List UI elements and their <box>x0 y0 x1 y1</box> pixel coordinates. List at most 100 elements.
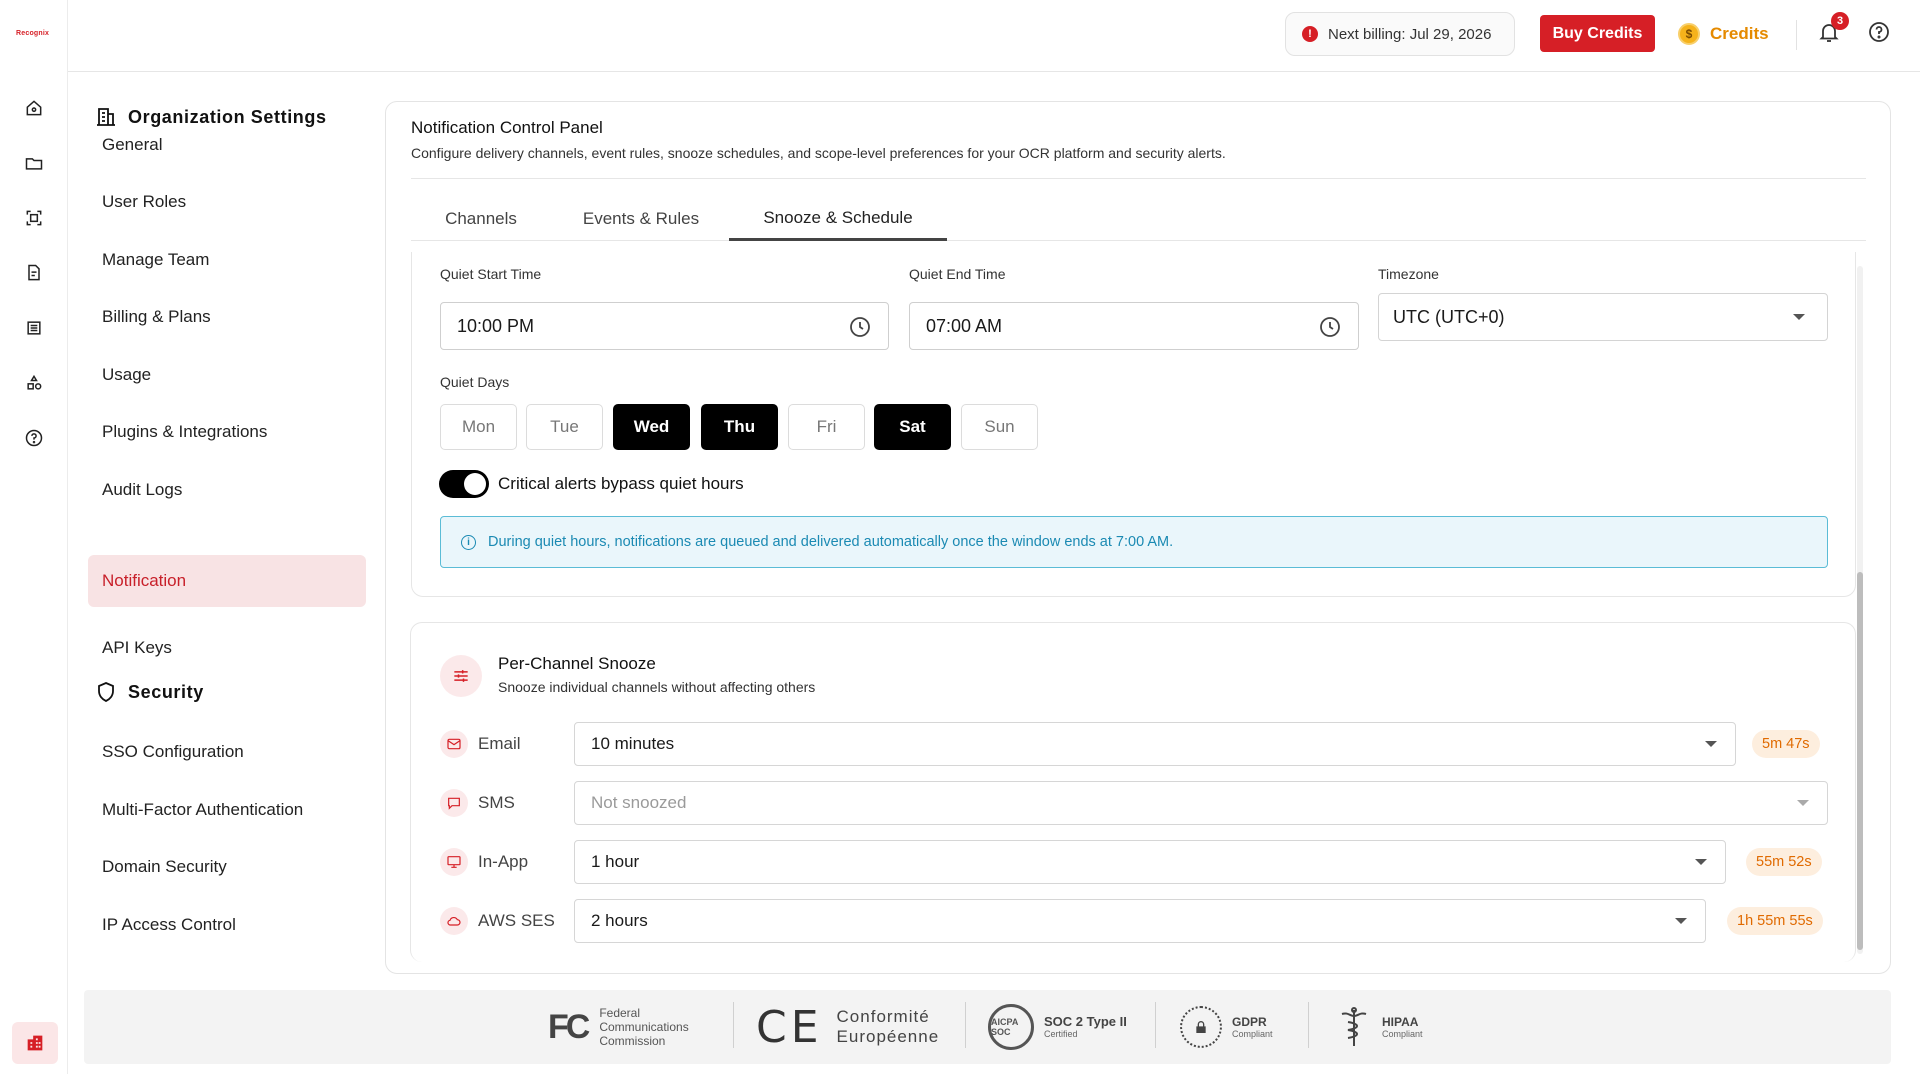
nav-item-notification[interactable]: Notification <box>88 555 366 607</box>
critical-bypass-label: Critical alerts bypass quiet hours <box>498 474 744 493</box>
quiet-start-label: Quiet Start Time <box>440 266 542 282</box>
hipaa-badge: HIPAA Compliant <box>1336 1002 1423 1052</box>
day-toggle-sat[interactable]: Sat <box>874 404 951 450</box>
gdpr-badge: GDPR Compliant <box>1180 1002 1273 1052</box>
caduceus-icon <box>1336 1006 1372 1048</box>
building-icon[interactable] <box>12 1022 58 1064</box>
shapes-icon[interactable] <box>22 371 46 395</box>
nav-item-mfa[interactable]: Multi-Factor Authentication <box>88 784 366 836</box>
day-toggle-mon[interactable]: Mon <box>440 404 517 450</box>
security-heading: Security <box>94 677 204 707</box>
list-icon[interactable] <box>22 316 46 340</box>
ce-line-2: Européenne <box>836 1027 940 1046</box>
critical-bypass-toggle[interactable] <box>439 470 489 498</box>
chat-icon <box>440 789 468 817</box>
aws-ses-snooze-select[interactable]: 2 hours <box>574 899 1706 943</box>
chevron-down-icon <box>1705 741 1717 747</box>
email-remaining-badge: 5m 47s <box>1752 730 1820 758</box>
help-button[interactable] <box>1867 20 1893 46</box>
credits-link[interactable]: $ Credits <box>1678 20 1769 48</box>
hipaa-title: HIPAA <box>1382 1015 1419 1029</box>
fcc-text: Federal Communications Commission <box>599 1006 688 1048</box>
email-snooze-select[interactable]: 10 minutes <box>574 722 1736 766</box>
aws-ses-snooze-value: 2 hours <box>591 911 648 930</box>
nav-item-api-keys[interactable]: API Keys <box>88 622 366 674</box>
nav-item-domain-security[interactable]: Domain Security <box>88 841 366 893</box>
nav-item-general[interactable]: General <box>88 119 366 171</box>
day-toggle-sun[interactable]: Sun <box>961 404 1038 450</box>
soc2-title: SOC 2 Type II <box>1044 1014 1127 1029</box>
fcc-line-2: Communications <box>599 1020 689 1034</box>
timezone-select[interactable]: UTC (UTC+0) <box>1378 293 1828 341</box>
clock-icon[interactable] <box>1318 315 1342 339</box>
lock-icon <box>1196 1021 1206 1033</box>
panel-title: Notification Control Panel <box>411 118 603 137</box>
gdpr-text: GDPR Compliant <box>1232 1015 1273 1039</box>
nav-item-audit-logs[interactable]: Audit Logs <box>88 464 366 516</box>
buy-credits-button[interactable]: Buy Credits <box>1540 15 1655 52</box>
timezone-label: Timezone <box>1378 266 1439 282</box>
nav-item-billing-plans[interactable]: Billing & Plans <box>88 291 366 343</box>
cloud-icon <box>440 907 468 935</box>
tab-events-rules[interactable]: Events & Rules <box>551 197 731 241</box>
fcc-badge: FC Federal Communications Commission <box>548 1002 689 1052</box>
day-toggle-thu[interactable]: Thu <box>701 404 778 450</box>
channel-label-sms: SMS <box>478 793 515 812</box>
in-app-snooze-select[interactable]: 1 hour <box>574 840 1726 884</box>
channel-label-aws-ses: AWS SES <box>478 911 555 930</box>
ce-line-1: Conformité <box>836 1007 930 1026</box>
day-toggle-wed[interactable]: Wed <box>613 404 690 450</box>
soc2-badge: AICPA SOC SOC 2 Type II Certified <box>988 1002 1127 1052</box>
home-icon[interactable] <box>22 96 46 120</box>
day-toggle-fri[interactable]: Fri <box>788 404 865 450</box>
mail-icon <box>440 730 468 758</box>
folder-icon[interactable] <box>22 151 46 175</box>
nav-item-usage[interactable]: Usage <box>88 349 366 401</box>
quiet-days-label: Quiet Days <box>440 374 510 390</box>
nav-item-sso-configuration[interactable]: SSO Configuration <box>88 726 366 778</box>
per-channel-snooze-subtitle: Snooze individual channels without affec… <box>498 679 816 695</box>
scrollbar-thumb[interactable] <box>1857 572 1863 950</box>
soc2-sub: Certified <box>1044 1029 1078 1039</box>
footer-divider <box>965 1002 966 1048</box>
email-snooze-value: 10 minutes <box>591 734 675 753</box>
security-heading-label: Security <box>128 681 204 702</box>
scan-icon[interactable] <box>22 206 46 230</box>
nav-item-user-roles[interactable]: User Roles <box>88 176 366 228</box>
question-icon <box>1869 22 1889 42</box>
clock-icon[interactable] <box>848 315 872 339</box>
day-toggle-tue[interactable]: Tue <box>526 404 603 450</box>
nav-item-ip-access-control[interactable]: IP Access Control <box>88 899 366 951</box>
document-add-icon[interactable] <box>22 261 46 285</box>
sms-snooze-select[interactable]: Not snoozed <box>574 781 1828 825</box>
tab-channels[interactable]: Channels <box>411 197 551 241</box>
fcc-logo: FC <box>548 1007 590 1046</box>
quiet-hours-info-text: During quiet hours, notifications are qu… <box>488 534 1174 550</box>
quiet-end-input[interactable]: 07:00 AM <box>909 302 1359 350</box>
chevron-down-icon <box>1797 800 1809 806</box>
aws-ses-remaining-badge: 1h 55m 55s <box>1727 907 1823 935</box>
ce-badge: CE Conformité Européenne <box>756 1001 940 1053</box>
soc2-text: SOC 2 Type II Certified <box>1044 1014 1127 1040</box>
quiet-end-value: 07:00 AM <box>926 315 1003 336</box>
monitor-icon <box>440 848 468 876</box>
quiet-start-input[interactable]: 10:00 PM <box>440 302 889 350</box>
tab-snooze-schedule[interactable]: Snooze & Schedule <box>729 197 947 241</box>
aicpa-soc-seal: AICPA SOC <box>988 1004 1034 1050</box>
left-rail: Recognix <box>0 0 68 1074</box>
notifications-button[interactable]: 3 <box>1817 12 1849 46</box>
app-logo[interactable]: Recognix <box>16 30 50 38</box>
next-billing-pill[interactable]: ! Next billing: Jul 29, 2026 <box>1285 12 1515 56</box>
coin-icon: $ <box>1678 23 1700 45</box>
settings-nav: Organization Settings General User Roles… <box>68 72 378 1074</box>
nav-item-plugins-integrations[interactable]: Plugins & Integrations <box>88 406 366 458</box>
quiet-start-value: 10:00 PM <box>457 315 535 336</box>
sms-snooze-placeholder: Not snoozed <box>591 793 687 812</box>
sliders-icon <box>440 655 482 697</box>
help-icon[interactable] <box>22 426 46 450</box>
channel-label-in-app: In-App <box>478 852 529 871</box>
tab-bar: Channels Events & Rules Snooze & Schedul… <box>411 197 1866 241</box>
chevron-down-icon <box>1675 918 1687 924</box>
nav-item-manage-team[interactable]: Manage Team <box>88 234 366 286</box>
ce-logo: CE <box>756 1001 823 1053</box>
